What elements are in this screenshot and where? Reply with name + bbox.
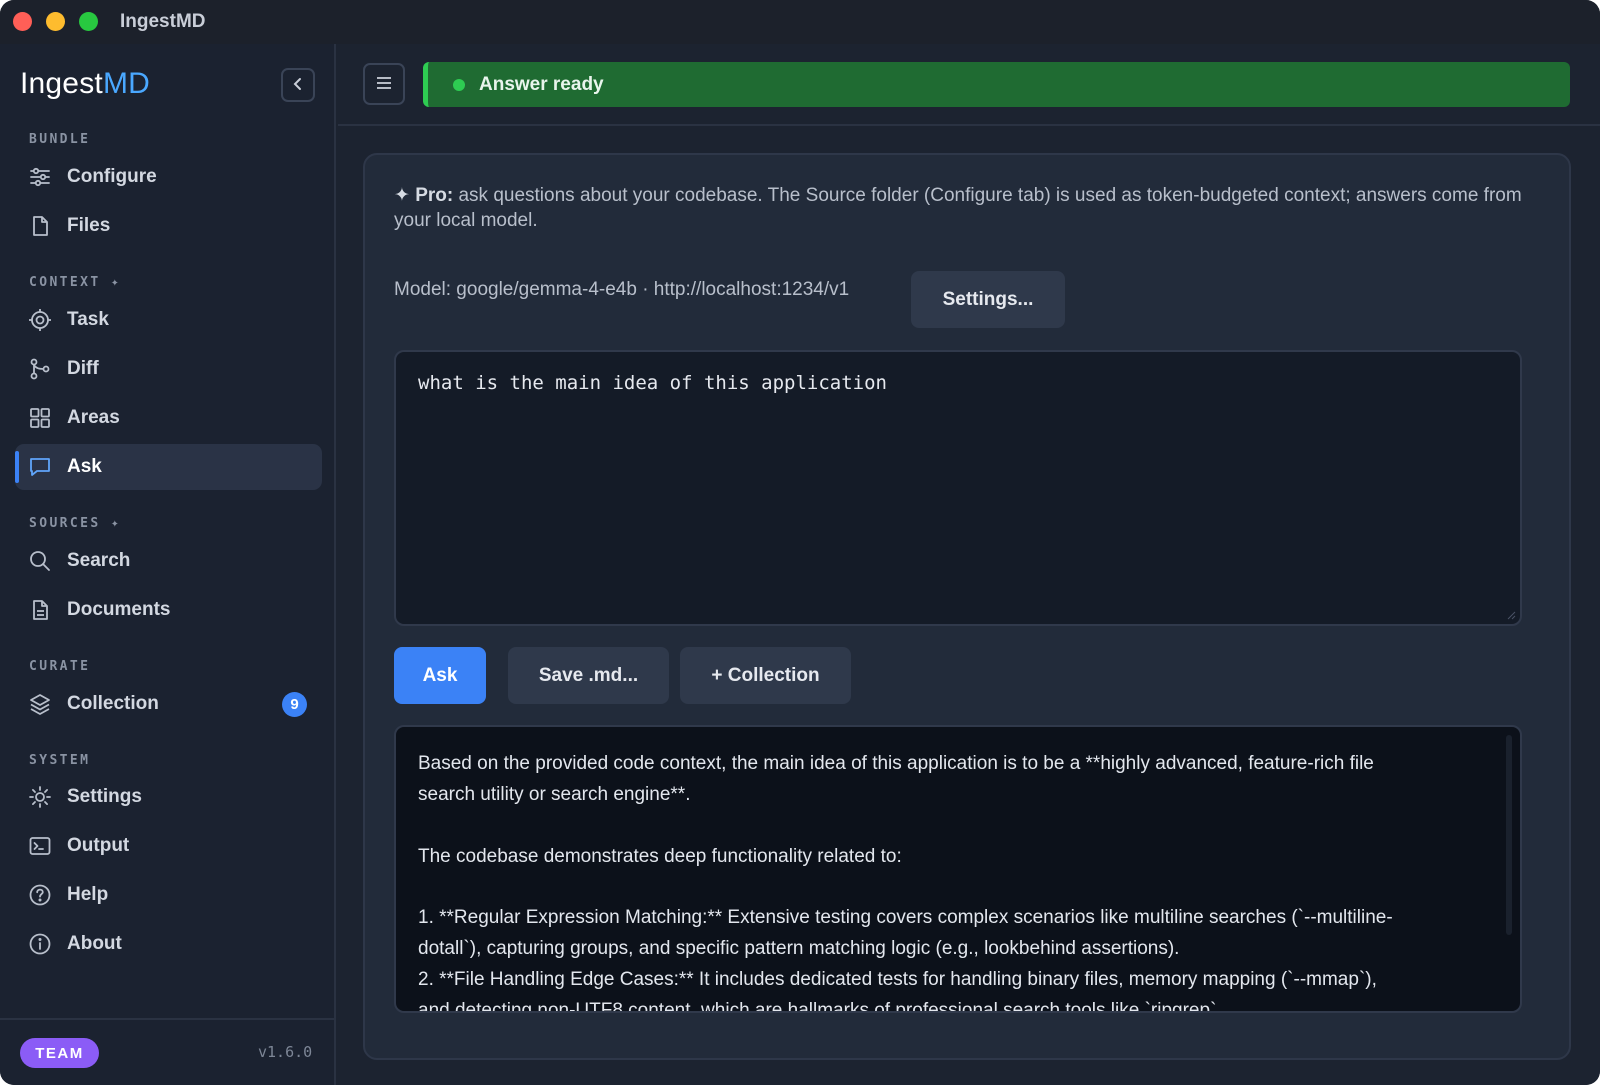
file-icon xyxy=(28,214,52,238)
chevron-left-icon xyxy=(291,75,305,96)
status-banner: Answer ready xyxy=(423,62,1570,107)
pro-description: ✦ Pro: ask questions about your codebase… xyxy=(394,183,1534,233)
sun-gear-icon xyxy=(28,785,52,809)
logo-accent-text: MD xyxy=(102,67,150,100)
answer-line: search utility or search engine**. xyxy=(418,784,691,805)
menu-button[interactable] xyxy=(363,63,405,105)
answer-line: and detecting non-UTF8 content, which ar… xyxy=(418,1000,1222,1013)
section-label-system: SYSTEM xyxy=(29,753,91,768)
answer-output[interactable]: Based on the provided code context, the … xyxy=(394,725,1522,1013)
terminal-icon xyxy=(28,834,52,858)
answer-scrollbar[interactable] xyxy=(1506,735,1512,935)
title-bar: IngestMD xyxy=(0,0,1600,44)
sidebar-item-label: Areas xyxy=(67,407,120,428)
collection-count-badge: 9 xyxy=(282,692,307,717)
section-label-bundle: BUNDLE xyxy=(29,132,91,147)
target-icon xyxy=(28,308,52,332)
sidebar-item-collection[interactable]: Collection 9 xyxy=(15,681,322,727)
zoom-window-button[interactable] xyxy=(79,12,98,31)
sidebar-item-about[interactable]: About xyxy=(15,921,322,967)
close-window-button[interactable] xyxy=(13,12,32,31)
model-info: Model: google/gemma-4-e4b · http://local… xyxy=(394,279,850,300)
sidebar-item-label: Files xyxy=(67,215,111,236)
collapse-sidebar-button[interactable] xyxy=(281,68,315,102)
ask-panel: ✦ Pro: ask questions about your codebase… xyxy=(363,153,1571,1060)
window-title: IngestMD xyxy=(120,11,206,32)
info-circle-icon xyxy=(28,932,52,956)
sidebar: IngestMD BUNDLE Configure Files CONTEXT … xyxy=(0,44,336,1085)
plan-badge: TEAM xyxy=(20,1038,99,1068)
sidebar-item-areas[interactable]: Areas xyxy=(15,395,322,441)
pro-text: ask questions about your codebase. The S… xyxy=(394,185,1522,231)
minimize-window-button[interactable] xyxy=(46,12,65,31)
git-branch-icon xyxy=(28,357,52,381)
section-label-sources: SOURCES ✦ xyxy=(29,516,122,531)
sidebar-footer-divider xyxy=(0,1018,336,1020)
answer-line: The codebase demonstrates deep functiona… xyxy=(418,846,902,867)
hamburger-icon xyxy=(376,73,392,96)
sidebar-item-label: Collection xyxy=(67,693,159,714)
sidebar-item-label: Configure xyxy=(67,166,157,187)
ask-button[interactable]: Ask xyxy=(394,647,486,704)
top-bar: Answer ready xyxy=(338,44,1600,126)
sidebar-item-search[interactable]: Search xyxy=(15,538,322,584)
app-logo: IngestMD xyxy=(20,67,150,101)
sidebar-item-output[interactable]: Output xyxy=(15,823,322,869)
section-label-context: CONTEXT ✦ xyxy=(29,275,122,290)
sidebar-item-files[interactable]: Files xyxy=(15,203,322,249)
status-dot-icon xyxy=(453,79,465,91)
sidebar-item-configure[interactable]: Configure xyxy=(15,154,322,200)
status-text: Answer ready xyxy=(479,74,604,95)
sidebar-item-label: Task xyxy=(67,309,109,330)
sidebar-item-label: Settings xyxy=(67,786,142,807)
pro-label: ✦ Pro: xyxy=(394,185,454,206)
answer-line: 2. **File Handling Edge Cases:** It incl… xyxy=(418,969,1377,990)
main-content: Answer ready ✦ Pro: ask questions about … xyxy=(338,44,1600,1085)
add-to-collection-button[interactable]: + Collection xyxy=(680,647,851,704)
sidebar-item-diff[interactable]: Diff xyxy=(15,346,322,392)
app-window: IngestMD IngestMD BUNDLE Configure Files… xyxy=(0,0,1600,1085)
question-text: what is the main idea of this applicatio… xyxy=(418,372,887,394)
sidebar-item-label: Diff xyxy=(67,358,99,379)
sidebar-item-label: Output xyxy=(67,835,130,856)
layers-icon xyxy=(28,692,52,716)
sidebar-item-label: About xyxy=(67,933,122,954)
help-circle-icon xyxy=(28,883,52,907)
answer-line: dotall`), capturing groups, and specific… xyxy=(418,938,1180,959)
model-settings-button[interactable]: Settings... xyxy=(911,271,1065,328)
resize-grip-icon[interactable] xyxy=(1506,610,1516,620)
answer-line: Based on the provided code context, the … xyxy=(418,753,1374,774)
sidebar-item-documents[interactable]: Documents xyxy=(15,587,322,633)
sidebar-item-settings[interactable]: Settings xyxy=(15,774,322,820)
sidebar-item-help[interactable]: Help xyxy=(15,872,322,918)
save-md-button[interactable]: Save .md... xyxy=(508,647,669,704)
section-label-curate: CURATE xyxy=(29,659,91,674)
sidebar-item-label: Ask xyxy=(67,456,102,477)
sidebar-item-label: Help xyxy=(67,884,109,905)
chat-icon xyxy=(28,455,52,479)
grid-icon xyxy=(28,406,52,430)
version-label: v1.6.0 xyxy=(258,1043,313,1061)
search-icon xyxy=(28,549,52,573)
sidebar-item-ask[interactable]: Ask xyxy=(15,444,322,490)
sidebar-item-task[interactable]: Task xyxy=(15,297,322,343)
sidebar-item-label: Documents xyxy=(67,599,171,620)
answer-line: 1. **Regular Expression Matching:** Exte… xyxy=(418,907,1393,928)
sliders-icon xyxy=(28,165,52,189)
question-input[interactable]: what is the main idea of this applicatio… xyxy=(394,350,1522,626)
document-icon xyxy=(28,598,52,622)
sidebar-item-label: Search xyxy=(67,550,131,571)
logo-main-text: Ingest xyxy=(20,67,103,100)
